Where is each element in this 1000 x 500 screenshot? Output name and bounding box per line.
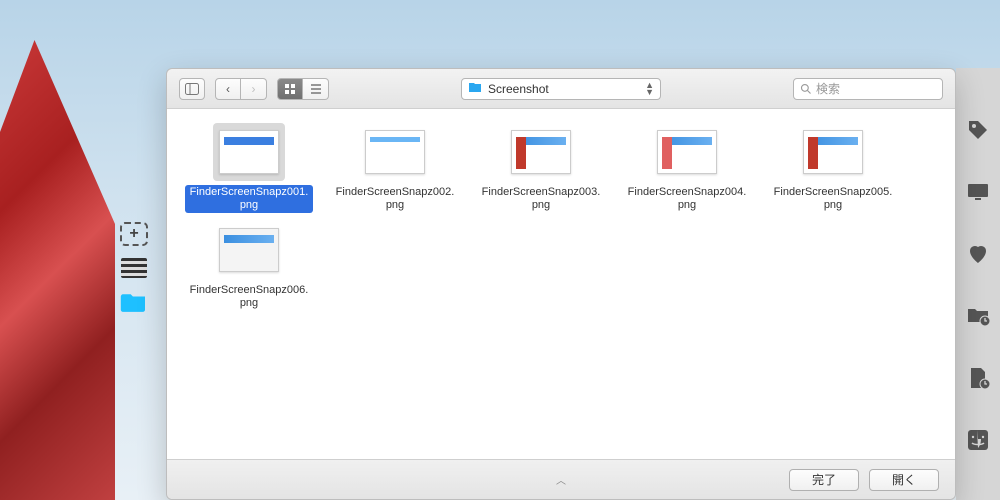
folder-clock-icon[interactable] <box>966 304 990 328</box>
desktop-icon-strip: + <box>118 222 150 314</box>
file-item[interactable]: FinderScreenSnapz001.png <box>183 123 315 213</box>
display-icon[interactable] <box>966 180 990 204</box>
sidebar-toggle-button[interactable] <box>179 78 205 100</box>
heart-icon[interactable] <box>966 242 990 266</box>
back-button[interactable]: ‹ <box>215 78 241 100</box>
icon-view-button[interactable] <box>277 78 303 100</box>
file-thumbnail <box>359 123 431 181</box>
file-thumbnail <box>651 123 723 181</box>
add-icon[interactable]: + <box>120 222 148 246</box>
expand-chevron-icon[interactable]: ︿ <box>556 472 566 487</box>
file-item[interactable]: FinderScreenSnapz002.png <box>329 123 461 213</box>
file-name-label: FinderScreenSnapz002.png <box>331 185 459 213</box>
bars-icon[interactable] <box>120 256 148 280</box>
search-placeholder: 検索 <box>816 80 840 97</box>
dialog-bottom-bar: ︿ 完了 開く <box>167 459 955 499</box>
open-button[interactable]: 開く <box>869 469 939 491</box>
open-dialog: ‹ › Screenshot ▲▼ 検索 FinderScreenSnapz00… <box>166 68 956 500</box>
file-name-label: FinderScreenSnapz003.png <box>477 185 605 213</box>
search-field[interactable]: 検索 <box>793 78 943 100</box>
right-sidebar <box>956 68 1000 500</box>
file-thumbnail <box>213 123 285 181</box>
finder-icon[interactable] <box>966 428 990 452</box>
desktop-wallpaper <box>0 40 115 500</box>
file-item[interactable]: FinderScreenSnapz003.png <box>475 123 607 213</box>
search-icon <box>800 83 812 95</box>
file-name-label: FinderScreenSnapz001.png <box>185 185 313 213</box>
path-label: Screenshot <box>488 82 549 96</box>
file-grid[interactable]: FinderScreenSnapz001.png FinderScreenSnap… <box>167 109 955 459</box>
file-item[interactable]: FinderScreenSnapz005.png <box>767 123 899 213</box>
folder-icon <box>468 81 482 96</box>
tag-icon[interactable] <box>966 118 990 142</box>
file-thumbnail <box>505 123 577 181</box>
forward-button[interactable]: › <box>241 78 267 100</box>
folder-blue-icon[interactable] <box>120 290 148 314</box>
file-item[interactable]: FinderScreenSnapz006.png <box>183 221 315 311</box>
file-clock-icon[interactable] <box>966 366 990 390</box>
done-button[interactable]: 完了 <box>789 469 859 491</box>
file-name-label: FinderScreenSnapz006.png <box>185 283 313 311</box>
view-group <box>277 78 329 100</box>
file-thumbnail <box>797 123 869 181</box>
path-popup[interactable]: Screenshot ▲▼ <box>461 78 661 100</box>
file-name-label: FinderScreenSnapz004.png <box>623 185 751 213</box>
updown-icon: ▲▼ <box>645 82 654 96</box>
list-view-button[interactable] <box>303 78 329 100</box>
file-name-label: FinderScreenSnapz005.png <box>769 185 897 213</box>
file-item[interactable]: FinderScreenSnapz004.png <box>621 123 753 213</box>
nav-group: ‹ › <box>215 78 267 100</box>
dialog-toolbar: ‹ › Screenshot ▲▼ 検索 <box>167 69 955 109</box>
file-thumbnail <box>213 221 285 279</box>
